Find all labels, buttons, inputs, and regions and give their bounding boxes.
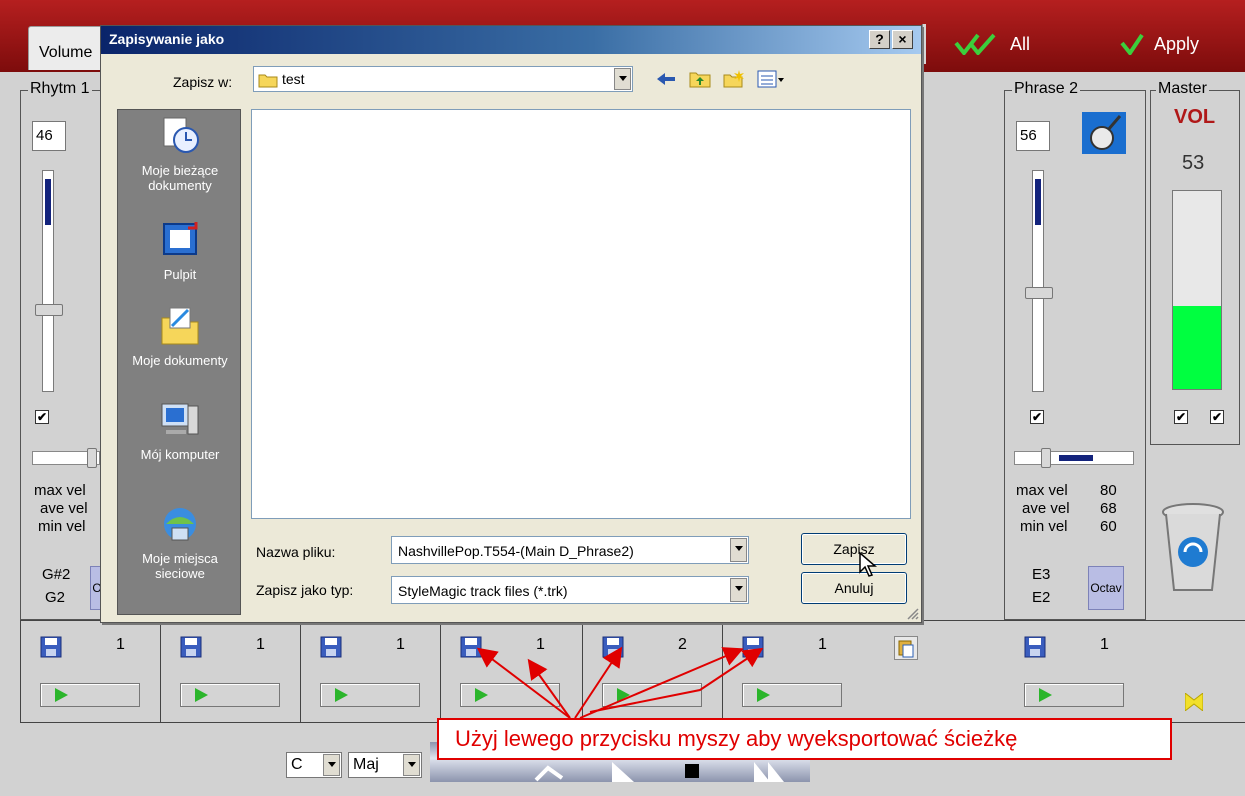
annotation-callout: Użyj lewego przycisku myszy aby wyekspor… — [437, 718, 1172, 760]
annotation-arrows — [476, 646, 764, 719]
arrow-group — [476, 646, 764, 719]
